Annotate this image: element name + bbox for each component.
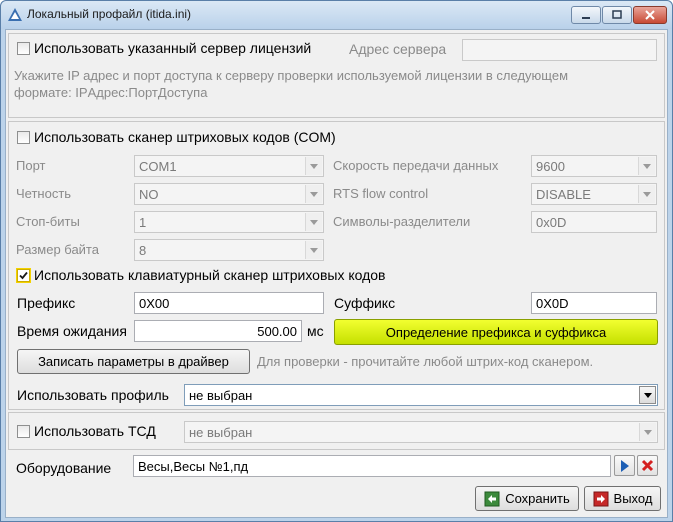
tsd-group: Использовать ТСД не выбран — [8, 412, 665, 450]
parity-label: Четность — [16, 186, 72, 201]
suffix-label: Суффикс — [334, 295, 396, 311]
license-hint-line2: формате: IPАдрес:ПортДоступа — [14, 85, 208, 100]
close-button[interactable] — [633, 6, 667, 24]
kbd-scanner-checkbox[interactable] — [17, 269, 30, 282]
minimize-icon — [582, 17, 590, 19]
write-driver-button[interactable]: Записать параметры в драйвер — [17, 349, 250, 374]
prefix-input[interactable]: 0X00 — [134, 292, 324, 314]
tsd-checkbox-label: Использовать ТСД — [34, 423, 156, 439]
port-value: COM1 — [139, 159, 177, 174]
scanner-group: Использовать сканер штриховых кодов (COM… — [8, 121, 665, 410]
delete-x-icon — [641, 459, 654, 472]
stopbits-select[interactable]: 1 — [134, 211, 324, 233]
chevron-down-icon[interactable] — [639, 386, 656, 404]
baud-select[interactable]: 9600 — [531, 155, 657, 177]
chevron-down-icon[interactable] — [305, 213, 322, 231]
port-select[interactable]: COM1 — [134, 155, 324, 177]
profile-label: Использовать профиль — [17, 387, 169, 403]
maximize-icon — [612, 10, 622, 19]
equipment-select-button[interactable] — [614, 455, 635, 476]
exit-button-label: Выход — [613, 491, 653, 506]
save-button[interactable]: Сохранить — [475, 486, 579, 511]
maximize-button[interactable] — [602, 6, 632, 24]
timeout-unit: мс — [307, 323, 324, 339]
equipment-input[interactable]: Весы,Весы №1,пд — [133, 455, 611, 477]
save-button-label: Сохранить — [505, 491, 570, 506]
close-icon — [645, 10, 655, 20]
tsd-value: не выбран — [189, 425, 253, 440]
parity-select[interactable]: NO — [134, 183, 324, 205]
dialog-window: Локальный профайл (itida.ini) Использова… — [0, 0, 673, 522]
server-address-input[interactable] — [462, 39, 657, 61]
baud-label: Скорость передачи данных — [333, 158, 499, 173]
parity-value: NO — [139, 187, 159, 202]
bytesize-select[interactable]: 8 — [134, 239, 324, 261]
stopbits-value: 1 — [139, 215, 147, 230]
timeout-label: Время ожидания — [17, 323, 127, 339]
title-bar[interactable]: Локальный профайл (itida.ini) — [1, 1, 672, 29]
chevron-down-icon[interactable] — [639, 423, 656, 441]
license-group: Использовать указанный сервер лицензий А… — [8, 33, 665, 118]
app-icon — [8, 8, 22, 21]
separators-input[interactable]: 0x0D — [531, 211, 657, 233]
tsd-select[interactable]: не выбран — [184, 421, 658, 443]
tsd-checkbox[interactable] — [17, 425, 30, 438]
exit-button[interactable]: Выход — [584, 486, 661, 511]
com-scanner-checkbox-label: Использовать сканер штриховых кодов (COM… — [34, 129, 336, 145]
timeout-input[interactable]: 500.00 — [134, 320, 302, 342]
license-checkbox-label: Использовать указанный сервер лицензий — [34, 40, 312, 56]
equipment-label: Оборудование — [16, 460, 112, 476]
chevron-down-icon[interactable] — [638, 157, 655, 175]
dialog-client: Использовать указанный сервер лицензий А… — [5, 29, 668, 518]
chevron-down-icon[interactable] — [305, 157, 322, 175]
rts-select[interactable]: DISABLE — [531, 183, 657, 205]
server-address-label: Адрес сервера — [349, 41, 447, 57]
rts-value: DISABLE — [536, 187, 591, 202]
separators-label: Символы-разделители — [333, 214, 471, 229]
bytesize-value: 8 — [139, 243, 147, 258]
stopbits-label: Стоп-биты — [16, 214, 80, 229]
chevron-down-icon[interactable] — [638, 185, 655, 203]
chevron-down-icon[interactable] — [305, 241, 322, 259]
bytesize-label: Размер байта — [16, 242, 99, 257]
com-scanner-checkbox[interactable] — [17, 131, 30, 144]
check-hint: Для проверки - прочитайте любой штрих-ко… — [257, 354, 594, 369]
prefix-label: Префикс — [17, 295, 76, 311]
detect-prefix-suffix-button[interactable]: Определение префикса и суффикса — [334, 319, 658, 345]
license-hint-line1: Укажите IP адрес и порт доступа к сервер… — [14, 68, 569, 83]
window-title: Локальный профайл (itida.ini) — [27, 7, 192, 21]
baud-value: 9600 — [536, 159, 565, 174]
profile-value: не выбран — [189, 388, 253, 403]
kbd-scanner-checkbox-label: Использовать клавиатурный сканер штрихов… — [34, 267, 386, 283]
chevron-down-icon[interactable] — [305, 185, 322, 203]
play-arrow-icon — [620, 459, 629, 472]
exit-icon — [593, 491, 609, 506]
rts-label: RTS flow control — [333, 186, 429, 201]
license-checkbox[interactable] — [17, 42, 30, 55]
save-icon — [484, 491, 500, 506]
equipment-row: Оборудование Весы,Весы №1,пд — [8, 452, 665, 480]
profile-select[interactable]: не выбран — [184, 384, 658, 406]
suffix-input[interactable]: 0X0D — [531, 292, 657, 314]
port-label: Порт — [16, 158, 46, 173]
minimize-button[interactable] — [571, 6, 601, 24]
equipment-clear-button[interactable] — [637, 455, 658, 476]
checkmark-icon — [19, 271, 28, 280]
